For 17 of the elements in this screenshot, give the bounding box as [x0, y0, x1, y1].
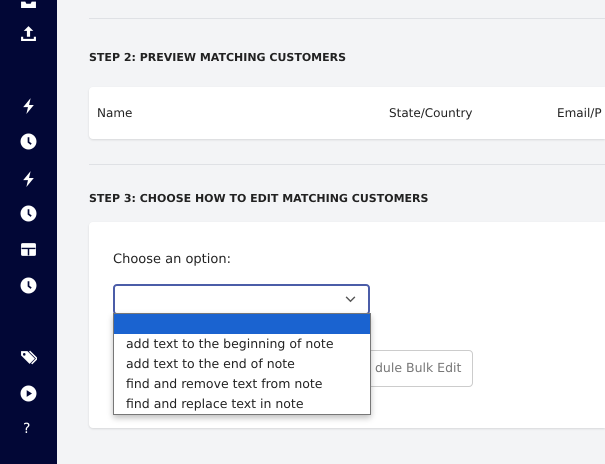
caret-icon: [345, 296, 356, 302]
upload-icon[interactable]: [20, 25, 37, 42]
play-icon[interactable]: [20, 385, 37, 402]
table-icon[interactable]: [20, 241, 37, 258]
clock-icon[interactable]: [20, 205, 37, 222]
section-heading: STEP 2: PREVIEW MATCHING CUSTOMERS: [89, 50, 348, 66]
clock-icon[interactable]: [20, 133, 37, 150]
field-label: Choose an option:: [113, 251, 232, 269]
tags-icon[interactable]: [20, 349, 37, 366]
column-header: Email/P: [557, 104, 602, 122]
section-heading: STEP 3: CHOOSE HOW TO EDIT MATCHING CUSTOMERS: [89, 190, 430, 206]
column-header: State/Country: [389, 104, 472, 122]
help-link[interactable]: ?: [23, 421, 30, 437]
dropdown-option[interactable]: find and replace text in note: [114, 394, 370, 414]
column-header: Name: [97, 104, 132, 122]
clock-icon[interactable]: [20, 277, 37, 294]
option-select[interactable]: [113, 284, 370, 314]
